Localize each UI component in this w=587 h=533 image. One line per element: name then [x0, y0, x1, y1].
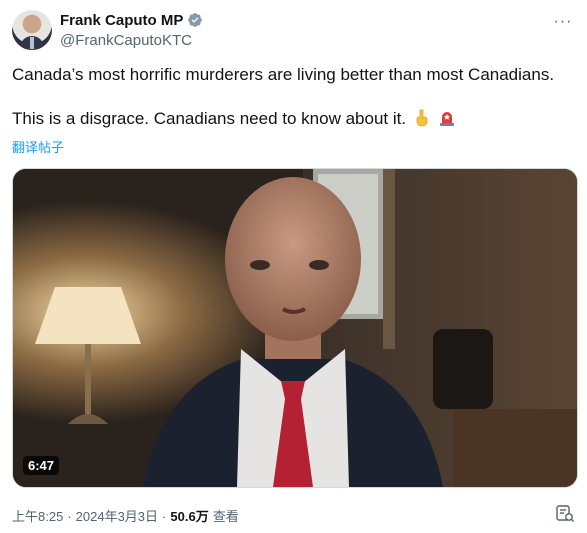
tweet-line-2-wrap: This is a disgrace. Canadians need to kn…	[12, 108, 575, 130]
post-date[interactable]: 2024年3月3日	[76, 506, 158, 525]
translate-post-link[interactable]: 翻译帖子	[12, 137, 64, 156]
avatar-tie	[30, 37, 34, 49]
video-player[interactable]: 6:47	[12, 168, 578, 488]
more-options-icon[interactable]: ···	[551, 12, 575, 32]
meta-separator: ·	[162, 509, 167, 524]
view-count: 50.6万	[170, 509, 209, 524]
tweet-line-2: This is a disgrace. Canadians need to kn…	[12, 109, 407, 128]
tweet-text: Canada’s most horrific murderers are liv…	[12, 64, 575, 130]
author-block: Frank Caputo MP @FrankCaputoKTC	[60, 10, 203, 49]
name-row: Frank Caputo MP	[60, 10, 203, 30]
analytics-icon[interactable]	[555, 503, 575, 523]
display-name[interactable]: Frank Caputo MP	[60, 12, 183, 29]
tweet-line-1: Canada’s most horrific murderers are liv…	[12, 65, 555, 84]
post-time[interactable]: 上午8:25	[12, 506, 63, 525]
video-frame	[13, 169, 577, 487]
author-handle[interactable]: @FrankCaputoKTC	[60, 32, 203, 49]
avatar[interactable]	[12, 10, 52, 50]
tweet-header: Frank Caputo MP @FrankCaputoKTC ···	[12, 10, 575, 52]
tweet-meta: 上午8:25 · 2024年3月3日 · 50.6万 查看	[12, 506, 239, 525]
video-duration: 6:47	[23, 456, 60, 475]
view-count-label: 查看	[212, 509, 239, 524]
siren-icon	[439, 112, 454, 126]
meta-separator: ·	[67, 509, 72, 524]
verified-badge-icon	[188, 13, 203, 27]
pointing-down-icon	[416, 109, 428, 127]
